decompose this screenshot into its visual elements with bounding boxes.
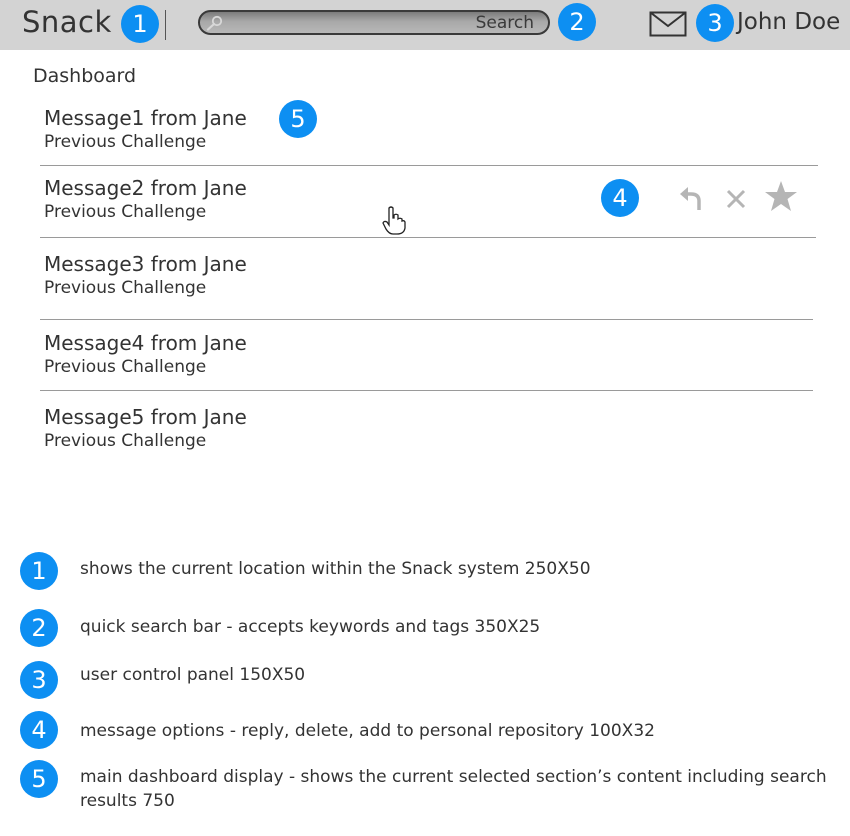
- user-name[interactable]: John Doe: [737, 9, 840, 35]
- dashboard-title: Dashboard: [33, 65, 137, 87]
- legend-text-3: user control panel 150X50: [80, 665, 306, 685]
- annotation-badge-2: 2: [558, 3, 596, 41]
- message-item[interactable]: Message4 from Jane Previous Challenge: [44, 331, 247, 379]
- annotation-badge-4: 4: [601, 179, 639, 217]
- message-title: Message5 from Jane: [44, 405, 247, 429]
- message-divider: [40, 390, 813, 391]
- hand-cursor-icon: [382, 206, 406, 240]
- annotation-badge-1: 1: [121, 5, 159, 43]
- annotation-badge-3: 3: [696, 4, 734, 42]
- star-icon[interactable]: [764, 180, 798, 216]
- header-divider: [165, 10, 166, 40]
- reply-icon[interactable]: [678, 184, 706, 216]
- message-subtitle: Previous Challenge: [44, 431, 207, 451]
- annotation-badge-5: 5: [279, 100, 317, 138]
- message-subtitle: Previous Challenge: [44, 357, 207, 377]
- message-divider: [40, 319, 813, 320]
- search-icon: [206, 15, 224, 35]
- message-subtitle: Previous Challenge: [44, 132, 207, 152]
- legend-badge-2: 2: [20, 609, 58, 647]
- legend-text-1: shows the current location within the Sn…: [80, 559, 591, 579]
- legend-badge-4: 4: [20, 711, 58, 749]
- message-subtitle: Previous Challenge: [44, 202, 207, 222]
- message-title: Message3 from Jane: [44, 252, 247, 276]
- message-title: Message2 from Jane: [44, 176, 247, 200]
- legend-text-2: quick search bar - accepts keywords and …: [80, 617, 541, 637]
- legend-text-4: message options - reply, delete, add to …: [80, 721, 655, 741]
- mail-icon[interactable]: [649, 11, 687, 41]
- message-item[interactable]: Message2 from Jane Previous Challenge: [44, 176, 247, 224]
- message-title: Message1 from Jane: [44, 106, 247, 130]
- top-bar: Snack 1 Search 2 3 John Doe: [0, 0, 850, 50]
- message-title: Message4 from Jane: [44, 331, 247, 355]
- search-placeholder: Search: [475, 13, 534, 33]
- legend-badge-1: 1: [20, 552, 58, 590]
- app-logo[interactable]: Snack: [22, 5, 112, 39]
- message-item[interactable]: Message1 from Jane Previous Challenge: [44, 106, 247, 154]
- message-divider: [40, 165, 818, 166]
- message-subtitle: Previous Challenge: [44, 278, 207, 298]
- message-item[interactable]: Message5 from Jane Previous Challenge: [44, 405, 247, 453]
- legend-badge-5: 5: [20, 760, 58, 798]
- message-divider: [40, 237, 816, 238]
- message-item[interactable]: Message3 from Jane Previous Challenge: [44, 252, 247, 300]
- legend-badge-3: 3: [20, 661, 58, 699]
- delete-icon[interactable]: [725, 188, 747, 214]
- legend-text-5: main dashboard display - shows the curre…: [80, 767, 827, 811]
- search-input[interactable]: Search: [198, 10, 550, 35]
